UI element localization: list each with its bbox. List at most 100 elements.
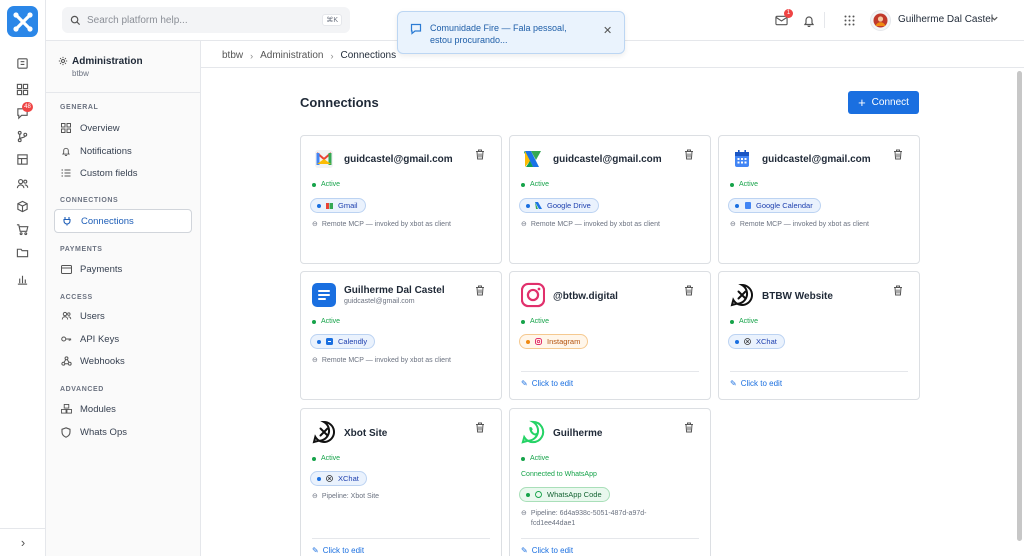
toast-text: Comunidade Fire — Fala pessoal, estou pr… [430, 23, 567, 45]
provider-chip: Google Drive [519, 198, 599, 213]
building-icon[interactable] [13, 54, 31, 72]
connection-card-gmail[interactable]: guidcastel@gmail.com Active Gmail ⊖ Remot… [300, 135, 502, 264]
bar-chart-icon[interactable] [13, 270, 31, 288]
scrollbar[interactable] [1017, 41, 1022, 556]
edit-link[interactable]: ✎ Click to edit [312, 546, 364, 555]
apps-grid-icon[interactable] [841, 12, 857, 28]
trash-icon[interactable] [684, 149, 694, 163]
card-note: ⊖ Remote MCP — invoked by xbot as client [312, 221, 451, 228]
trash-icon[interactable] [893, 285, 903, 299]
sidebar-item-custom-fields[interactable]: Custom fields [54, 162, 192, 184]
card-divider [521, 538, 699, 539]
card-note: ⊖ Remote MCP — invoked by xbot as client [730, 221, 869, 228]
sidebar-item-label: Payments [80, 263, 123, 275]
sidebar-item-label: Modules [80, 403, 116, 415]
link-icon: ⊖ [312, 357, 318, 364]
sidebar-item-overview[interactable]: Overview [54, 117, 192, 139]
cart-icon[interactable] [13, 220, 31, 238]
connect-button[interactable]: + Connect [848, 91, 919, 114]
trash-icon[interactable] [684, 422, 694, 436]
table-icon[interactable] [13, 150, 31, 168]
dashboard-icon[interactable] [13, 80, 31, 98]
notification-toast[interactable]: Comunidade Fire — Fala pessoal, estou pr… [397, 11, 625, 54]
connection-card-instagram[interactable]: @btbw.digital Active Instagram ✎ Click to… [509, 271, 711, 400]
section-advanced: ADVANCED [60, 386, 104, 393]
card-note: ⊖ Pipeline: Xbot Site [312, 493, 380, 500]
sidebar-item-webhooks[interactable]: Webhooks [54, 350, 192, 372]
close-icon[interactable]: ✕ [603, 24, 612, 37]
sidebar-item-label: Whats Ops [80, 426, 127, 438]
shield-icon [60, 426, 72, 438]
sidebar-item-modules[interactable]: Modules [54, 398, 192, 420]
connection-card-google-calendar[interactable]: guidcastel@gmail.com Active Google Calen… [718, 135, 920, 264]
branch-icon[interactable] [13, 127, 31, 145]
whatsapp-logo-icon [521, 420, 545, 444]
status-badge: Active [312, 318, 340, 325]
app-logo-icon[interactable] [7, 6, 38, 37]
sidebar-item-whats-ops[interactable]: Whats Ops [54, 421, 192, 443]
admin-sidebar: Administration btbw GENERAL Overview Not… [46, 41, 201, 556]
trash-icon[interactable] [475, 285, 485, 299]
provider-chip: Google Calendar [728, 198, 821, 213]
section-connections: CONNECTIONS [60, 197, 119, 204]
whatsapp-small-icon [535, 491, 542, 498]
breadcrumb-item[interactable]: btbw [222, 50, 243, 61]
trash-icon[interactable] [684, 285, 694, 299]
connection-card-calendly[interactable]: Guilherme Dal Castel guidcastel@gmail.co… [300, 271, 502, 400]
pencil-icon: ✎ [730, 379, 737, 388]
status-badge: Active [521, 181, 549, 188]
chat-badge: 48 [22, 102, 33, 112]
card-title: Guilherme Dal Castel [344, 285, 445, 296]
pencil-icon: ✎ [521, 379, 528, 388]
search-input[interactable] [87, 14, 323, 26]
sidebar-item-connections[interactable]: Connections [54, 209, 192, 233]
edit-link[interactable]: ✎ Click to edit [521, 546, 573, 555]
chevron-down-icon[interactable] [990, 12, 999, 26]
instagram-small-icon [535, 338, 542, 345]
folder-icon[interactable] [13, 243, 31, 261]
status-badge: Active [521, 455, 549, 462]
bell-icon[interactable] [801, 12, 817, 28]
trash-icon[interactable] [475, 149, 485, 163]
plug-icon [61, 215, 73, 227]
search-box[interactable]: ⌘K [62, 7, 350, 33]
link-icon: ⊖ [312, 493, 318, 500]
sidebar-item-payments[interactable]: Payments [54, 258, 192, 280]
user-avatar[interactable] [870, 10, 891, 31]
sidebar-title: Administration [72, 56, 143, 67]
section-payments: PAYMENTS [60, 246, 103, 253]
section-access: ACCESS [60, 294, 93, 301]
google-calendar-logo-icon [730, 147, 754, 171]
card-divider [730, 371, 908, 372]
breadcrumb-item[interactable]: Administration [260, 50, 323, 61]
connection-card-whatsapp[interactable]: Guilherme Active Connected to WhatsApp W… [509, 408, 711, 556]
connection-card-google-drive[interactable]: guidcastel@gmail.com Active Google Drive… [509, 135, 711, 264]
link-icon: ⊖ [521, 510, 527, 517]
sidebar-item-users[interactable]: Users [54, 305, 192, 327]
calendly-logo-icon [312, 283, 336, 307]
scrollbar-thumb[interactable] [1017, 71, 1022, 541]
expand-sidebar-button[interactable]: › [0, 528, 46, 556]
edit-link[interactable]: ✎ Click to edit [730, 379, 782, 388]
contacts-icon[interactable] [13, 174, 31, 192]
card-note: ⊖ Remote MCP — invoked by xbot as client [312, 357, 451, 364]
header-divider [201, 67, 1024, 68]
card-title: guidcastel@gmail.com [344, 154, 453, 165]
sidebar-item-api-keys[interactable]: API Keys [54, 328, 192, 350]
google-drive-small-icon [535, 202, 542, 209]
connection-card-xbot-site[interactable]: Xbot Site Active XChat ⊖ Pipeline: Xbot S… [300, 408, 502, 556]
link-icon: ⊖ [730, 221, 736, 228]
key-icon [60, 333, 72, 345]
edit-link[interactable]: ✎ Click to edit [521, 379, 573, 388]
sidebar-subtitle: btbw [72, 69, 89, 78]
sidebar-item-notifications[interactable]: Notifications [54, 140, 192, 162]
sidebar-item-label: Webhooks [80, 355, 125, 367]
card-title: BTBW Website [762, 291, 833, 302]
user-name[interactable]: Guilherme Dal Castel [898, 14, 993, 25]
app-rail: 48 › [0, 0, 46, 556]
trash-icon[interactable] [475, 422, 485, 436]
connection-card-btbw-website[interactable]: BTBW Website Active XChat ✎ Click to edit [718, 271, 920, 400]
trash-icon[interactable] [893, 149, 903, 163]
package-icon[interactable] [13, 197, 31, 215]
provider-chip: WhatsApp Code [519, 487, 610, 502]
